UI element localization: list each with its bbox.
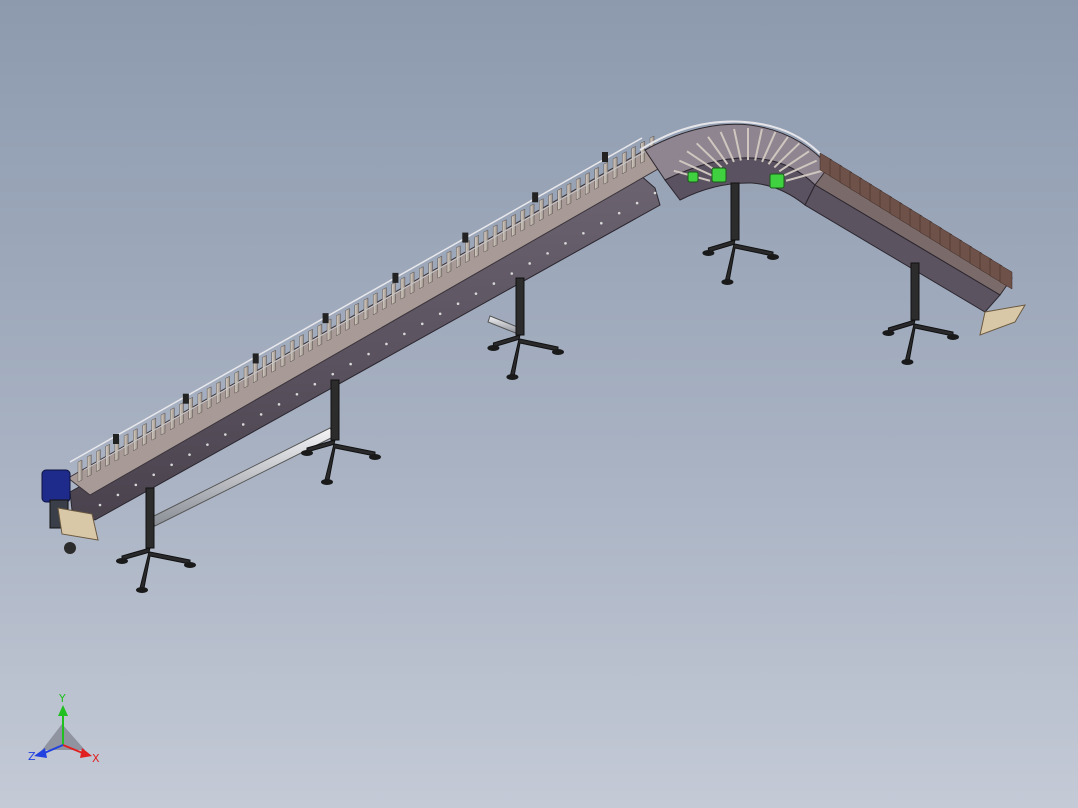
- leg-pad: [702, 250, 715, 256]
- leg-post: [515, 277, 525, 336]
- bolt: [564, 242, 567, 245]
- leg-feet: [492, 334, 559, 376]
- slats-long: [77, 135, 655, 483]
- bolt: [653, 191, 657, 195]
- bolt: [420, 322, 424, 326]
- bolt: [277, 403, 281, 406]
- bolt: [367, 352, 370, 356]
- leg-pad: [184, 562, 196, 568]
- guard-clamp: [532, 192, 539, 203]
- y-axis-label: Y: [58, 692, 66, 705]
- z-arrow-icon: [34, 748, 47, 758]
- bolt: [492, 282, 496, 285]
- leg-pad: [301, 450, 313, 456]
- frame-side-long: [69, 174, 661, 521]
- curve-green-panel-3: [687, 171, 699, 183]
- bolt: [546, 252, 549, 255]
- bolt: [134, 483, 138, 487]
- leg-pad: [369, 454, 381, 460]
- x-arrow-icon: [80, 748, 92, 758]
- leg-post: [145, 487, 155, 549]
- bolt: [224, 433, 227, 436]
- leg-feet: [887, 319, 954, 361]
- leg-post: [330, 379, 340, 441]
- bolt: [295, 392, 299, 396]
- leg-pad: [506, 374, 519, 380]
- bolt: [206, 443, 209, 446]
- tie-pipe-2: [487, 315, 521, 335]
- leg-post: [910, 262, 920, 321]
- guard-clamp: [182, 393, 189, 404]
- bolt: [152, 473, 156, 477]
- motor-foot: [64, 542, 76, 554]
- bolt: [313, 382, 317, 386]
- bolt: [403, 332, 406, 336]
- bolt: [349, 362, 352, 366]
- guard-clamp: [322, 313, 329, 324]
- bolt: [617, 211, 621, 215]
- leg-pad: [136, 587, 148, 593]
- leg-post: [730, 182, 740, 241]
- bolt: [599, 221, 603, 225]
- guard-rail-inner: [83, 145, 656, 471]
- leg-pad: [321, 479, 333, 485]
- bolt: [510, 272, 514, 275]
- curve-green-panel-2: [769, 173, 785, 189]
- guard-clamp: [602, 152, 608, 162]
- motor-housing: [41, 469, 71, 503]
- leg-pad: [767, 254, 779, 260]
- guard-clamp: [462, 232, 469, 243]
- leg-pad: [947, 334, 959, 340]
- guard-rail-top: [69, 137, 643, 463]
- z-axis-label: Z: [28, 750, 36, 763]
- bolt: [582, 231, 585, 235]
- y-arrow-icon: [58, 705, 68, 716]
- bolt: [456, 302, 460, 306]
- leg-pad: [901, 359, 914, 365]
- bolt: [528, 262, 531, 265]
- bolt: [98, 503, 102, 507]
- leg-feet: [121, 547, 191, 589]
- bolt: [635, 201, 639, 205]
- leg-pad: [116, 558, 128, 564]
- x-axis-label: X: [92, 752, 100, 765]
- straight-section[interactable]: [67, 135, 666, 521]
- axis-triad: Y X Z: [28, 692, 100, 765]
- curve-green-panel-1: [711, 167, 727, 183]
- bolt: [474, 292, 478, 295]
- leg-feet: [306, 439, 376, 481]
- leg-pad: [487, 345, 500, 351]
- graphics-viewport[interactable]: Y X Z: [0, 0, 1078, 808]
- frame-top-long: [67, 149, 666, 496]
- bolt: [438, 312, 442, 316]
- guard-clamp: [113, 434, 119, 444]
- leg-pad: [552, 349, 564, 355]
- guard-clamp: [392, 272, 399, 283]
- leg-pad: [721, 279, 734, 285]
- bolt: [331, 372, 335, 376]
- guard-clamp: [252, 353, 259, 364]
- conveyor-model[interactable]: [0, 0, 1078, 808]
- bolt: [259, 413, 263, 416]
- bolt: [170, 463, 173, 467]
- bolt: [241, 423, 245, 426]
- bolt: [188, 453, 191, 456]
- slat: [77, 459, 83, 483]
- leg-pad: [882, 330, 895, 336]
- bolt: [116, 493, 120, 497]
- leg-feet: [707, 239, 774, 281]
- bolt: [385, 342, 388, 346]
